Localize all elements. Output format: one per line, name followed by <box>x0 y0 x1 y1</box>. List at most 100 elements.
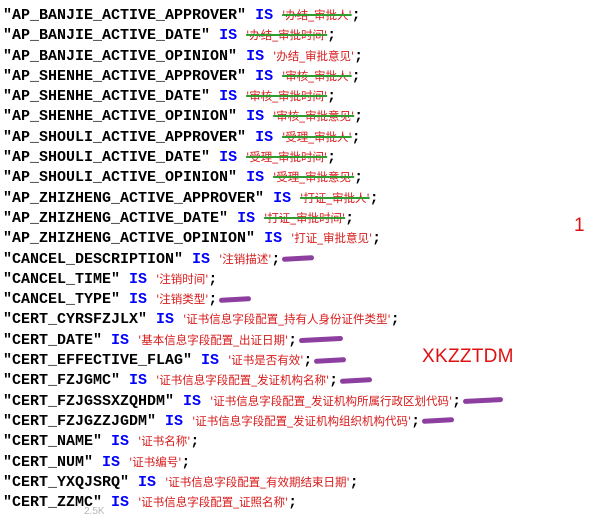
column-key: "AP_SHOULI_ACTIVE_DATE" <box>3 149 211 167</box>
comment-string: '审核_审批时间' <box>246 89 328 104</box>
highlight-scribble <box>463 397 504 405</box>
semicolon: ; <box>349 473 359 491</box>
is-keyword: IS <box>183 392 202 410</box>
code-line[interactable]: "AP_SHOULI_ACTIVE_APPROVER" IS '受理_审批人'; <box>3 127 603 147</box>
semicolon: ; <box>351 67 361 85</box>
code-editor[interactable]: "AP_BANJIE_ACTIVE_APPROVER" IS '办结_审批人';… <box>3 5 603 512</box>
code-line[interactable]: "CERT_FZJGMC" IS '证书信息字段配置_发证机构名称'; <box>3 370 603 390</box>
is-keyword: IS <box>255 128 274 146</box>
semicolon: ; <box>327 88 337 106</box>
is-keyword: IS <box>129 372 148 390</box>
is-keyword: IS <box>102 453 121 471</box>
semicolon: ; <box>288 494 298 512</box>
is-keyword: IS <box>237 209 256 227</box>
code-line[interactable]: "AP_SHOULI_ACTIVE_OPINION" IS '受理_审批意见'; <box>3 167 603 187</box>
code-line[interactable]: "CERT_CYRSFZJLX" IS '证书信息字段配置_持有人身份证件类型'… <box>3 309 603 329</box>
is-keyword: IS <box>219 149 238 167</box>
semicolon: ; <box>369 189 379 207</box>
comment-string: '证书名称' <box>138 434 191 449</box>
column-key: "CERT_CYRSFZJLX" <box>3 311 148 329</box>
column-key: "AP_SHENHE_ACTIVE_APPROVER" <box>3 67 247 85</box>
is-keyword: IS <box>264 230 283 248</box>
is-keyword: IS <box>111 494 130 512</box>
comment-string: '证书信息字段配置_有效期结束日期' <box>165 474 350 489</box>
semicolon: ; <box>271 250 281 268</box>
column-key: "CERT_EFFECTIVE_FLAG" <box>3 352 193 370</box>
code-line[interactable]: "CERT_YXQJSRQ" IS '证书信息字段配置_有效期结束日期'; <box>3 472 603 492</box>
code-line[interactable]: "AP_BANJIE_ACTIVE_DATE" IS '办结_审批时间'; <box>3 25 603 45</box>
column-key: "CERT_NUM" <box>3 453 94 471</box>
is-keyword: IS <box>246 47 265 65</box>
is-keyword: IS <box>255 7 274 24</box>
comment-string: '审核_审批人' <box>282 68 352 83</box>
comment-string: '受理_审批时间' <box>246 150 328 165</box>
code-line[interactable]: "AP_SHOULI_ACTIVE_DATE" IS '受理_审批时间'; <box>3 147 603 167</box>
column-key: "CANCEL_TYPE" <box>3 291 121 309</box>
is-keyword: IS <box>138 473 157 491</box>
code-line[interactable]: "CANCEL_TYPE" IS '注销类型'; <box>3 289 603 309</box>
code-line[interactable]: "AP_ZHIZHENG_ACTIVE_OPINION" IS '打证_审批意见… <box>3 228 603 248</box>
is-keyword: IS <box>129 270 148 288</box>
column-key: "AP_BANJIE_ACTIVE_APPROVER" <box>3 7 247 24</box>
comment-string: '注销时间' <box>156 271 209 286</box>
cut-off-fragment: 2.5K <box>84 506 105 517</box>
is-keyword: IS <box>219 27 238 45</box>
semicolon: ; <box>329 372 339 390</box>
column-key: "CERT_YXQJSRQ" <box>3 473 130 491</box>
is-keyword: IS <box>192 250 211 268</box>
semicolon: ; <box>327 27 337 45</box>
comment-string: '证书编号' <box>129 454 182 469</box>
code-line[interactable]: "AP_BANJIE_ACTIVE_APPROVER" IS '办结_审批人'; <box>3 5 603 25</box>
handwritten-annotation-number: 1 <box>574 215 585 236</box>
is-keyword: IS <box>156 311 175 329</box>
code-line[interactable]: "CANCEL_TIME" IS '注销时间'; <box>3 269 603 289</box>
code-line[interactable]: "CERT_FZJGSSXZQHDM" IS '证书信息字段配置_发证机构所属行… <box>3 391 603 411</box>
is-keyword: IS <box>219 88 238 106</box>
is-keyword: IS <box>129 291 148 309</box>
comment-string: '受理_审批意见' <box>273 170 355 185</box>
is-keyword: IS <box>255 67 274 85</box>
code-line[interactable]: "AP_ZHIZHENG_ACTIVE_APPROVER" IS '打证_审批人… <box>3 188 603 208</box>
column-key: "CERT_FZJGMC" <box>3 372 121 390</box>
is-keyword: IS <box>246 169 265 187</box>
column-key: "AP_SHENHE_ACTIVE_DATE" <box>3 88 211 106</box>
highlight-scribble <box>282 255 315 262</box>
semicolon: ; <box>208 270 218 288</box>
column-key: "CERT_DATE" <box>3 331 103 349</box>
code-line[interactable]: "CANCEL_DESCRIPTION" IS '注销描述'; <box>3 249 603 269</box>
semicolon: ; <box>351 7 361 24</box>
code-line[interactable]: "AP_SHENHE_ACTIVE_OPINION" IS '审核_审批意见'; <box>3 106 603 126</box>
comment-string: '打证_审批人' <box>300 190 370 205</box>
column-key: "CERT_NAME" <box>3 433 103 451</box>
semicolon: ; <box>354 108 364 126</box>
code-line[interactable]: "AP_ZHIZHENG_ACTIVE_DATE" IS '打证_审批时间'; <box>3 208 603 228</box>
code-line[interactable]: "CERT_NUM" IS '证书编号'; <box>3 452 603 472</box>
semicolon: ; <box>354 47 364 65</box>
comment-string: '证书信息字段配置_发证机构组织机构代码' <box>192 413 412 428</box>
comment-string: '证书信息字段配置_发证机构所属行政区划代码' <box>210 393 453 408</box>
is-keyword: IS <box>111 331 130 349</box>
semicolon: ; <box>411 412 421 430</box>
is-keyword: IS <box>246 108 265 126</box>
column-key: "CANCEL_DESCRIPTION" <box>3 250 184 268</box>
code-line[interactable]: "CERT_FZJGZZJGDM" IS '证书信息字段配置_发证机构组织机构代… <box>3 411 603 431</box>
semicolon: ; <box>354 169 364 187</box>
column-key: "AP_SHENHE_ACTIVE_OPINION" <box>3 108 238 126</box>
is-keyword: IS <box>111 433 130 451</box>
is-keyword: IS <box>201 352 220 370</box>
code-line[interactable]: "AP_BANJIE_ACTIVE_OPINION" IS '办结_审批意见'; <box>3 46 603 66</box>
code-line[interactable]: "CERT_NAME" IS '证书名称'; <box>3 431 603 451</box>
semicolon: ; <box>390 311 400 329</box>
column-key: "AP_SHOULI_ACTIVE_APPROVER" <box>3 128 247 146</box>
column-key: "CERT_FZJGZZJGDM" <box>3 412 157 430</box>
comment-string: '受理_审批人' <box>282 129 352 144</box>
semicolon: ; <box>327 149 337 167</box>
is-keyword: IS <box>273 189 292 207</box>
column-key: "AP_ZHIZHENG_ACTIVE_DATE" <box>3 209 229 227</box>
semicolon: ; <box>303 352 313 370</box>
code-line[interactable]: "AP_SHENHE_ACTIVE_APPROVER" IS '审核_审批人'; <box>3 66 603 86</box>
code-line[interactable]: "AP_SHENHE_ACTIVE_DATE" IS '审核_审批时间'; <box>3 86 603 106</box>
semicolon: ; <box>181 453 191 471</box>
highlight-scribble <box>299 336 344 344</box>
comment-string: '办结_审批意见' <box>273 48 355 63</box>
